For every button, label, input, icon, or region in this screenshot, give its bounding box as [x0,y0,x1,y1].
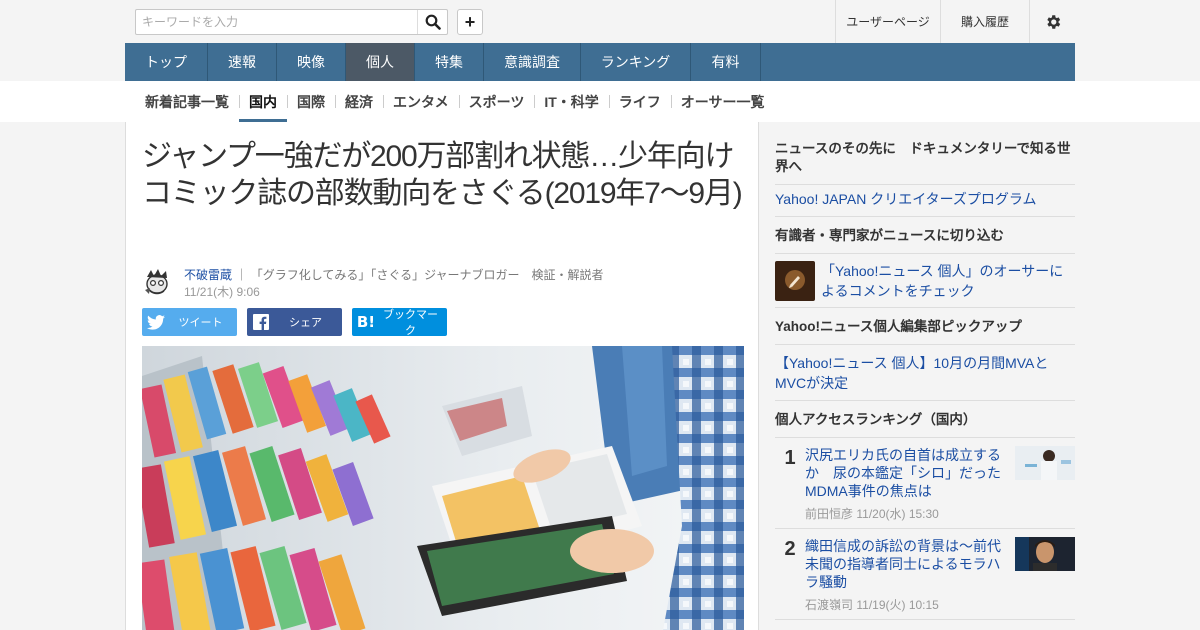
expert-link[interactable]: 「Yahoo!ニュース 個人」のオーサーによるコメントをチェック [821,261,1075,301]
ranking-number: 1 [784,447,796,469]
pickup-heading: Yahoo!ニュース個人編集部ピックアップ [775,308,1075,345]
ranking-thumbnail[interactable] [1015,446,1075,480]
article-photo [142,346,744,630]
subnav-domestic[interactable]: 国内 [239,81,287,122]
search-icon [425,14,441,30]
pickup-link[interactable]: 【Yahoo!ニュース 個人】10月の月間MVAとMVCが決定 [775,345,1075,401]
twitter-icon [142,308,170,336]
facebook-share-label: シェア [289,317,322,329]
nav-survey[interactable]: 意識調査 [484,43,581,81]
author-avatar[interactable] [142,266,173,297]
ranking-thumbnail[interactable] [1015,537,1075,571]
nav-top[interactable]: トップ [125,43,208,81]
subnav-entertainment[interactable]: エンタメ [383,81,459,122]
article: ジャンプ一強だが200万部割れ状態…少年向けコミック誌の部数動向をさぐる(201… [125,122,759,630]
ranking-author: 前田恒彦 [805,507,854,521]
nav-ranking[interactable]: ランキング [581,43,691,81]
nav-individual[interactable]: 個人 [346,43,415,81]
main-nav: トップ 速報 映像 個人 特集 意識調査 ランキング 有料 [125,43,1075,81]
search-button[interactable] [417,10,447,34]
nav-video[interactable]: 映像 [277,43,346,81]
expert-heading: 有識者・専門家がニュースに切り込む [775,217,1075,254]
search-input[interactable] [136,10,418,34]
article-date: 11/21(木) 9:06 [184,285,260,299]
expert-item[interactable]: 「Yahoo!ニュース 個人」のオーサーによるコメントをチェック [775,254,1075,308]
ranking-date: 11/19(火) 10:15 [856,598,939,612]
author-description: 「グラフ化してみる」「さぐる」ジャーナブロガー 検証・解説者 [250,268,604,282]
promo-link[interactable]: Yahoo! JAPAN クリエイターズプログラム [775,185,1075,217]
hatena-bookmark-label: ブックマーク [383,309,438,337]
nav-breaking[interactable]: 速報 [208,43,277,81]
facebook-icon [247,308,275,336]
subnav-latest[interactable]: 新着記事一覧 [135,81,239,122]
subnav-it-science[interactable]: IT・科学 [534,81,608,122]
purchase-history-link[interactable]: 購入履歴 [940,0,1029,43]
user-page-link[interactable]: ユーザーページ [835,0,940,43]
twitter-share-label: ツイート [178,317,223,329]
ranking-meta: 石渡嶺司 11/19(火) 10:15 [805,596,1011,613]
ranking-number: 2 [784,538,796,560]
ranking-meta: 前田恒彦 11/20(水) 15:30 [805,505,1011,522]
ranking-date: 11/20(水) 15:30 [856,507,939,521]
subnav-world[interactable]: 国際 [287,81,335,122]
ranking-heading: 個人アクセスランキング（国内） [775,401,1075,438]
add-button[interactable]: + [457,9,483,35]
facebook-share-button[interactable]: シェア [247,308,342,336]
ranking-author: 石渡嶺司 [805,598,854,612]
subnav-life[interactable]: ライフ [608,81,671,122]
ranking-title[interactable]: 織田信成の訴訟の背景は～前代未聞の指導者同士によるモラハラ騒動 [805,537,1011,591]
twitter-share-button[interactable]: ツイート [142,308,237,336]
comment-icon [775,261,815,301]
hatena-bookmark-button[interactable]: B! ブックマーク [352,308,447,337]
sidebar: ニュースのその先に ドキュメンタリーで知る世界へ Yahoo! JAPAN クリ… [775,122,1075,620]
ranking-title[interactable]: 沢尻エリカ氏の自首は成立するか 尿の本鑑定「シロ」だったMDMA事件の焦点は [805,446,1011,500]
ranking-item[interactable]: 2 織田信成の訴訟の背景は～前代未聞の指導者同士によるモラハラ騒動 石渡嶺司 1… [775,529,1075,620]
sub-nav: 新着記事一覧 国内 国際 経済 エンタメ スポーツ IT・科学 ライフ オーサー… [125,81,1075,122]
nav-features[interactable]: 特集 [415,43,484,81]
subnav-authors[interactable]: オーサー一覧 [670,81,775,122]
header-links: ユーザーページ 購入履歴 [835,0,1075,43]
author-separator: ｜ [235,268,248,282]
ranking-body: 沢尻エリカ氏の自首は成立するか 尿の本鑑定「シロ」だったMDMA事件の焦点は 前… [805,446,1011,528]
search-box [135,9,448,35]
hatena-bookmark-icon: B! [356,313,376,331]
settings-button[interactable] [1029,0,1075,43]
article-title: ジャンプ一強だが200万部割れ状態…少年向けコミック誌の部数動向をさぐる(201… [142,140,743,210]
author-line: 不破雷蔵 ｜ 「グラフ化してみる」「さぐる」ジャーナブロガー 検証・解説者 [184,266,604,283]
promo-heading: ニュースのその先に ドキュメンタリーで知る世界へ [775,122,1075,185]
author-name[interactable]: 不破雷蔵 [184,268,232,282]
ranking-item[interactable]: 1 沢尻エリカ氏の自首は成立するか 尿の本鑑定「シロ」だったMDMA事件の焦点は… [775,438,1075,529]
plus-icon: + [464,11,476,32]
subnav-economy[interactable]: 経済 [335,81,383,122]
top-bar: + ユーザーページ 購入履歴 [125,0,1075,43]
gear-icon [1046,14,1060,29]
nav-paid[interactable]: 有料 [691,43,761,81]
subnav-sports[interactable]: スポーツ [458,81,535,122]
ranking-body: 織田信成の訴訟の背景は～前代未聞の指導者同士によるモラハラ騒動 石渡嶺司 11/… [805,537,1011,619]
